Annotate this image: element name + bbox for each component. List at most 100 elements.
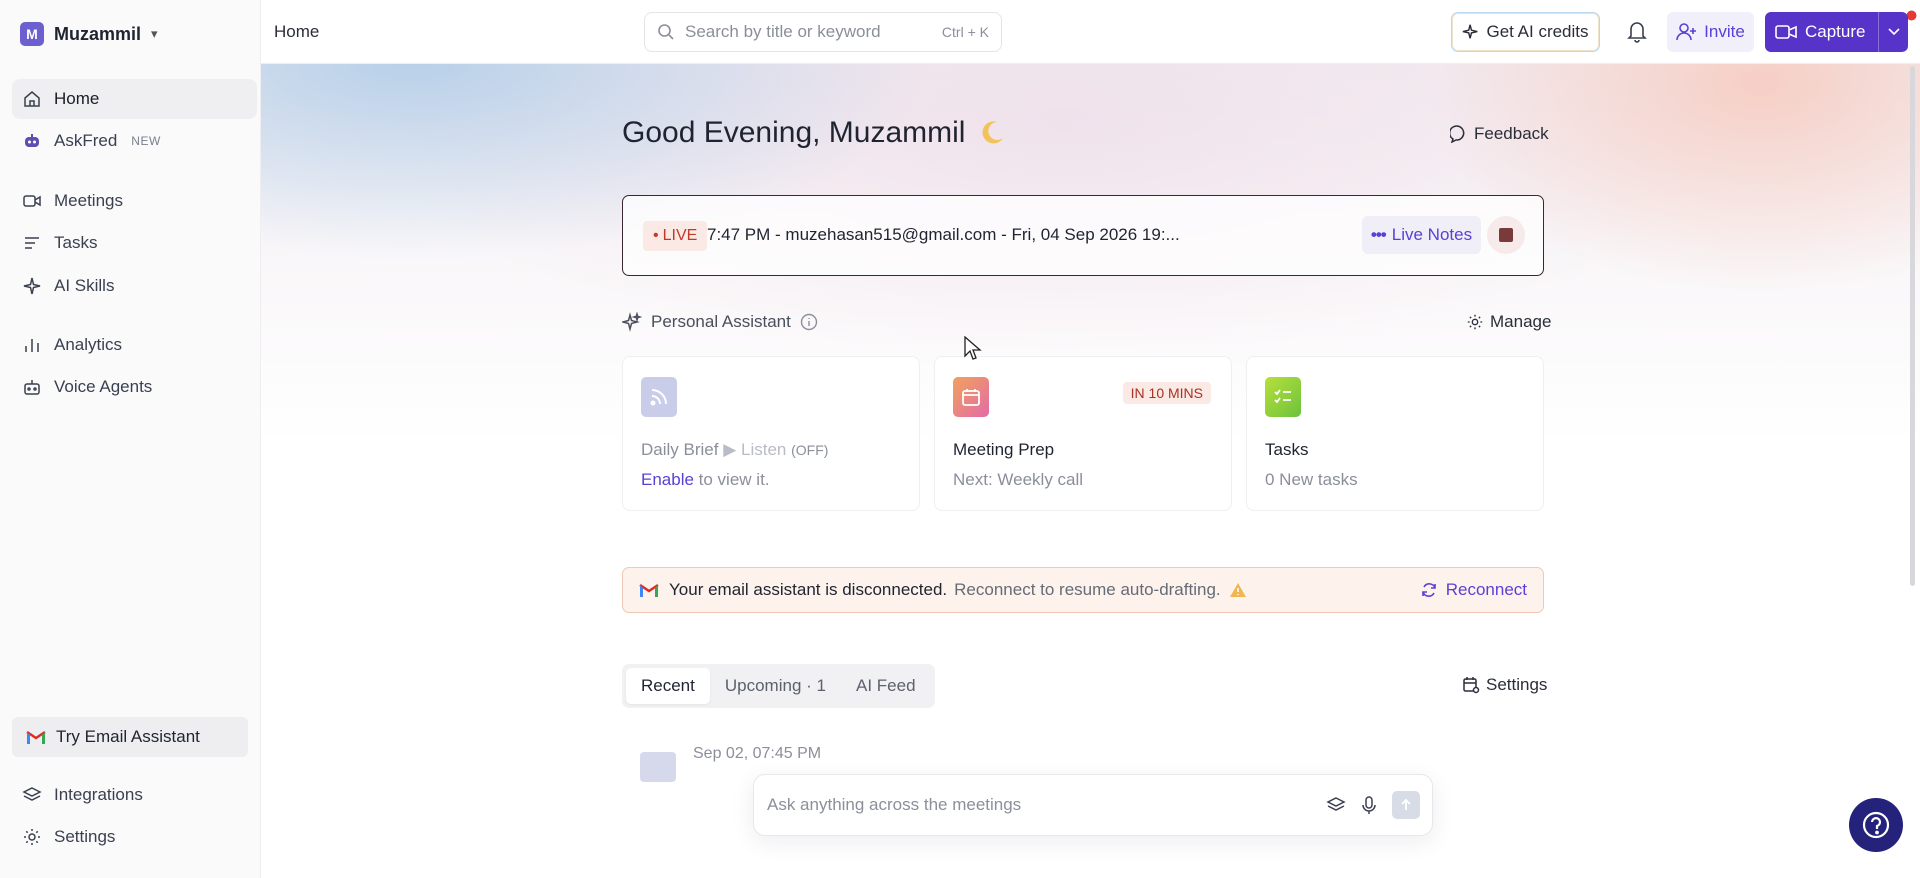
tasks-card[interactable]: Tasks 0 New tasks <box>1246 356 1544 511</box>
meeting-tabs: Recent Upcoming · 1 AI Feed <box>622 664 935 708</box>
ask-input[interactable]: Ask anything across the meetings <box>753 774 1433 836</box>
get-ai-credits-button[interactable]: Get AI credits <box>1451 12 1600 52</box>
invite-label: Invite <box>1704 22 1745 41</box>
feedback-button[interactable]: Feedback <box>1450 124 1549 144</box>
tab-upcoming[interactable]: Upcoming · 1 <box>710 668 841 704</box>
bar-chart-icon <box>25 339 39 352</box>
sidebar-item-home[interactable]: Home <box>12 79 257 119</box>
try-email-assistant-button[interactable]: Try Email Assistant <box>12 717 248 757</box>
help-button[interactable] <box>1849 798 1903 852</box>
sidebar-item-label: Integrations <box>54 785 143 804</box>
info-icon[interactable] <box>800 313 818 331</box>
reconnect-label: Reconnect <box>1445 580 1527 599</box>
manage-button[interactable]: Manage <box>1466 312 1551 332</box>
meeting-settings-button[interactable]: Settings <box>1462 675 1547 695</box>
breadcrumb: Home <box>274 22 320 41</box>
sidebar-item-analytics[interactable]: Analytics <box>12 325 257 365</box>
search-icon <box>658 24 674 40</box>
daily-brief-card[interactable]: Daily Brief ▶ Listen (OFF) Enable to vie… <box>622 356 920 511</box>
tasks-sub: 0 New tasks <box>1265 470 1358 489</box>
sidebar-item-label: Analytics <box>54 335 123 354</box>
credits-label: Get AI credits <box>1486 22 1589 41</box>
workspace-avatar: M <box>20 22 44 46</box>
meeting-date: Sep 02, 07:45 PM <box>693 745 822 762</box>
microphone-icon[interactable] <box>1360 795 1378 815</box>
sidebar-item-meetings[interactable]: Meetings <box>12 181 257 221</box>
sidebar-item-label: AI Skills <box>54 276 115 295</box>
greeting-text: Good Evening, Muzammil <box>622 116 966 149</box>
chevron-down-icon <box>1887 28 1900 36</box>
gear-icon <box>1467 314 1483 330</box>
tab-ai-feed[interactable]: AI Feed <box>841 668 931 704</box>
sparkle-icon <box>1463 24 1478 39</box>
enable-rest: to view it. <box>693 470 770 489</box>
sidebar-item-label: Voice Agents <box>54 377 153 396</box>
sidebar-item-tasks[interactable]: Tasks <box>12 223 257 263</box>
feedback-label: Feedback <box>1474 124 1549 143</box>
bot-icon <box>25 134 39 147</box>
try-email-label: Try Email Assistant <box>56 727 200 746</box>
greeting: Good Evening, Muzammil <box>622 116 1007 150</box>
sidebar-item-settings[interactable]: Settings <box>12 817 257 857</box>
sparkles-icon <box>622 312 642 332</box>
reconnect-button[interactable]: Reconnect <box>1420 580 1527 600</box>
due-badge: IN 10 MINS <box>1122 382 1211 404</box>
dots-icon: ••• <box>1370 225 1387 244</box>
gear-icon <box>24 829 40 845</box>
top-bar: Home Search by title or keyword Ctrl + K… <box>261 0 1920 64</box>
stop-recording-button[interactable] <box>1487 216 1525 254</box>
chevron-down-icon: ▾ <box>151 26 158 41</box>
invite-button[interactable]: Invite <box>1667 12 1754 52</box>
sidebar-item-label: Home <box>54 89 100 108</box>
daily-brief-title: Daily Brief ▶ Listen (OFF) <box>641 440 828 460</box>
sidebar-item-label: Tasks <box>54 233 98 252</box>
send-button[interactable] <box>1392 791 1420 819</box>
main-content: Good Evening, Muzammil Feedback • LIVE 7… <box>261 64 1920 878</box>
settings-label: Settings <box>1486 675 1548 694</box>
scrollbar[interactable] <box>1910 66 1915 586</box>
live-meeting-text: 7:47 PM - muzehasan515@gmail.com - Fri, … <box>707 225 1180 244</box>
tab-recent[interactable]: Recent <box>626 668 710 704</box>
live-notes-label: Live Notes <box>1391 225 1473 244</box>
listen-state: (OFF) <box>791 442 829 458</box>
chat-bubble-icon <box>1450 125 1465 143</box>
sidebar-item-askfred[interactable]: AskFred NEW <box>12 121 257 161</box>
layers-icon[interactable] <box>1326 795 1346 815</box>
meeting-prep-sub: Next: Weekly call <box>953 470 1084 489</box>
live-notes-button[interactable]: ••• Live Notes <box>1362 216 1481 254</box>
list-icon <box>25 237 39 249</box>
search-shortcut: Ctrl + K <box>941 24 989 40</box>
sidebar-item-integrations[interactable]: Integrations <box>12 775 257 815</box>
daily-brief-sub: Enable to view it. <box>641 470 770 490</box>
enable-link[interactable]: Enable <box>641 470 694 489</box>
video-icon <box>23 195 41 207</box>
capture-button[interactable]: Capture <box>1765 12 1908 52</box>
robot-icon <box>24 380 40 395</box>
calendar-icon <box>953 377 989 417</box>
calendar-settings-icon <box>1463 677 1480 694</box>
listen-label[interactable]: Listen <box>741 440 786 459</box>
manage-label: Manage <box>1490 312 1552 331</box>
new-badge: NEW <box>131 134 161 148</box>
notification-bell-icon[interactable] <box>1625 18 1649 44</box>
video-icon <box>1775 25 1797 39</box>
sidebar-item-voice-agents[interactable]: Voice Agents <box>12 367 257 407</box>
capture-label: Capture <box>1805 22 1866 41</box>
meeting-prep-card[interactable]: IN 10 MINS Meeting Prep Next: Weekly cal… <box>934 356 1232 511</box>
search-input[interactable]: Search by title or keyword Ctrl + K <box>644 12 1002 52</box>
mouse-cursor-icon <box>964 336 982 360</box>
checklist-icon <box>1265 377 1301 417</box>
sidebar-item-ai-skills[interactable]: AI Skills <box>12 266 257 306</box>
workspace-switcher[interactable]: M Muzammil ▾ <box>20 22 158 46</box>
capture-main[interactable]: Capture <box>1765 12 1878 52</box>
stop-icon <box>1499 228 1513 242</box>
capture-dropdown[interactable] <box>1878 12 1908 52</box>
home-icon <box>24 91 40 107</box>
sidebar: M Muzammil ▾ Home AskFred NEW Meetings T… <box>0 0 261 878</box>
layers-icon <box>22 787 42 801</box>
play-icon[interactable]: ▶ <box>723 440 736 459</box>
card-title-text: Daily Brief <box>641 440 719 459</box>
ask-placeholder: Ask anything across the meetings <box>767 795 1022 814</box>
sidebar-item-label: Settings <box>54 827 116 846</box>
arrow-up-icon <box>1401 798 1411 810</box>
